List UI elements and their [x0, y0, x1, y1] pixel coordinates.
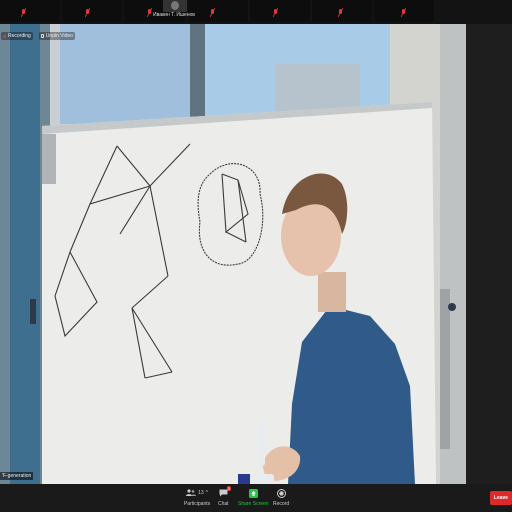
- participant-avatar: [163, 0, 187, 12]
- muted-mic-icon: [338, 8, 343, 18]
- record-icon: [276, 488, 286, 498]
- main-video[interactable]: Recording Unpin Video 'F-generation: [0, 24, 466, 484]
- participants-label: Participants: [184, 501, 211, 507]
- participant-name: Ивакин Т. Ишенов: [153, 12, 195, 18]
- meeting-toolbar: 13 ^ Participants 3 Chat Share Screen Re…: [0, 484, 512, 512]
- unpin-video-label: Unpin Video: [45, 33, 73, 39]
- leave-button[interactable]: Leave: [490, 491, 512, 505]
- recording-dot-icon: [3, 34, 6, 38]
- chevron-up-icon[interactable]: ^: [206, 490, 208, 496]
- muted-mic-icon: [21, 8, 26, 18]
- participant-tile[interactable]: [188, 0, 248, 22]
- participant-tile[interactable]: [250, 0, 310, 22]
- muted-mic-icon: [147, 8, 152, 18]
- recording-label: Recording: [8, 33, 31, 39]
- chat-button[interactable]: 3 Chat: [218, 486, 231, 507]
- participant-strip: Ивакин Т. Ишенов: [0, 0, 512, 24]
- participant-tile[interactable]: [0, 0, 60, 22]
- participants-icon: [186, 489, 197, 496]
- participants-count: 13: [198, 490, 204, 496]
- video-frame: [0, 24, 466, 484]
- muted-mic-icon: [401, 8, 406, 18]
- chat-label: Chat: [218, 501, 229, 507]
- muted-mic-icon: [85, 8, 90, 18]
- share-screen-icon: [248, 488, 258, 498]
- video-caption: 'F-generation: [0, 472, 34, 480]
- side-panel: [466, 24, 512, 484]
- participants-button[interactable]: 13 ^ Participants: [184, 487, 210, 507]
- pin-icon: [40, 34, 44, 38]
- participant-tile[interactable]: [62, 0, 122, 22]
- chat-badge: 3: [226, 486, 231, 491]
- record-button[interactable]: Record: [273, 487, 289, 507]
- share-screen-label: Share Screen: [238, 501, 269, 507]
- recording-bar: Recording Unpin Video: [0, 30, 75, 42]
- recording-indicator[interactable]: Recording: [1, 32, 33, 40]
- unpin-video-button[interactable]: Unpin Video: [38, 32, 75, 40]
- muted-mic-icon: [210, 8, 215, 18]
- record-label: Record: [273, 501, 290, 507]
- share-screen-button[interactable]: Share Screen: [238, 487, 269, 507]
- muted-mic-icon: [273, 8, 278, 18]
